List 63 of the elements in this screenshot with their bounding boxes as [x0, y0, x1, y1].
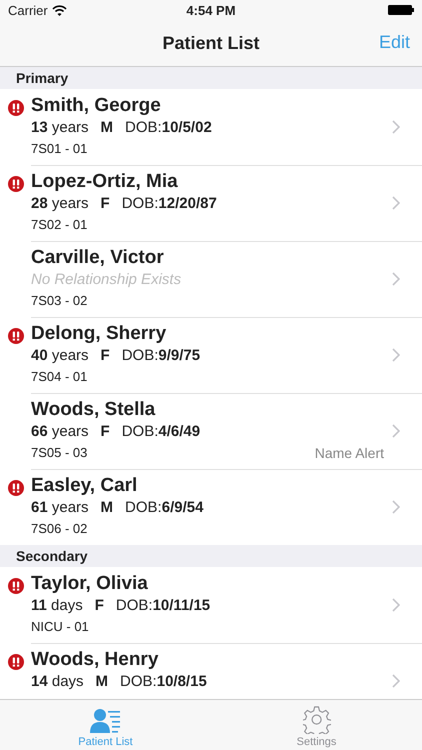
- patient-name: Woods, Henry: [31, 648, 158, 672]
- patient-row[interactable]: Smith, George 13 years M DOB:10/5/02 7S01 - 01: [0, 89, 422, 165]
- battery-icon: [388, 5, 414, 15]
- chevron-icon: [392, 598, 400, 612]
- settings-icon: [302, 706, 330, 734]
- unit-bed: NICU - 01: [31, 618, 89, 636]
- patient-age: 13 years: [31, 118, 89, 138]
- patient-name: Smith, George: [31, 94, 161, 118]
- patient-sex: F: [100, 346, 110, 366]
- patient-age: 28 years: [31, 194, 89, 214]
- relationship-message: No Relationship Exists: [31, 270, 182, 290]
- patient-age: 40 years: [31, 346, 89, 366]
- patient-dob: DOB:10/5/02: [125, 118, 212, 138]
- name-alert-label: Name Alert: [314, 444, 384, 463]
- unit-bed: 7S03 - 02: [31, 292, 88, 310]
- chevron-icon: [392, 424, 400, 438]
- patient-sex: M: [100, 498, 114, 518]
- chevron-icon: [392, 196, 400, 210]
- patient-row[interactable]: Delong, Sherry 40 years F DOB:9/9/75 7S04 - 01: [0, 317, 422, 393]
- patient-name: Woods, Stella: [31, 398, 156, 422]
- patient-sex: M: [100, 118, 114, 138]
- patient-age: 11 days: [31, 596, 83, 616]
- unit-bed: 7S04 - 01: [31, 368, 88, 386]
- patient-name: Taylor, Olivia: [31, 572, 148, 596]
- unit-bed: 7S02 - 01: [31, 216, 88, 234]
- section-header: Secondary: [0, 545, 422, 567]
- patient-age: 66 years: [31, 422, 89, 442]
- section-header: Primary: [0, 67, 422, 89]
- patient-age: 14 days: [31, 672, 84, 692]
- patient-sex: F: [100, 422, 110, 442]
- patient-name: Delong, Sherry: [31, 322, 166, 346]
- patient-dob: DOB:12/20/87: [122, 194, 217, 214]
- carrier-label: Carrier: [8, 2, 48, 18]
- patient-sex: F: [94, 596, 104, 616]
- patient-sex: M: [96, 672, 108, 692]
- patient-row[interactable]: Woods, Henry 14 days M DOB:10/8/15: [0, 643, 422, 699]
- patient-sex: F: [100, 194, 110, 214]
- chevron-icon: [392, 674, 400, 688]
- chevron-icon: [392, 120, 400, 134]
- unit-bed: 7S01 - 01: [31, 140, 88, 158]
- patient-row[interactable]: Carville, Victor No Relationship Exists 7S03 - 02: [0, 241, 422, 317]
- unit-bed: 7S05 - 03: [31, 444, 88, 462]
- patient-row[interactable]: Lopez-Ortiz, Mia 28 years F DOB:12/20/87 7S02 - 01: [0, 165, 422, 241]
- patient-age: 61 years: [31, 498, 89, 518]
- patient-name: Carville, Victor: [31, 246, 164, 270]
- chevron-icon: [392, 348, 400, 362]
- status-time: 4:54 PM: [186, 2, 236, 18]
- person-list-icon: [90, 708, 122, 734]
- patient-row[interactable]: Taylor, Olivia 11 days F DOB:10/11/15 NICU - 01: [0, 567, 422, 643]
- patient-row[interactable]: Easley, Carl 61 years M DOB:6/9/54 7S06 - 02: [0, 469, 422, 545]
- nav-title: Patient List: [162, 32, 260, 54]
- patient-dob: DOB:10/11/15: [116, 596, 210, 616]
- patient-dob: DOB:9/9/75: [122, 346, 200, 366]
- patient-dob: DOB:10/8/15: [120, 672, 207, 692]
- chevron-icon: [392, 272, 400, 286]
- patient-name: Easley, Carl: [31, 474, 138, 498]
- patient-dob: DOB:6/9/54: [125, 498, 204, 518]
- patient-dob: DOB:4/6/49: [122, 422, 200, 442]
- patient-row[interactable]: Woods, Stella 66 years F DOB:4/6/49 7S05 - 03 Name Alert: [0, 393, 422, 469]
- unit-bed: 7S06 - 02: [31, 520, 88, 538]
- wifi-icon: [52, 4, 67, 16]
- chevron-icon: [392, 500, 400, 514]
- patient-name: Lopez-Ortiz, Mia: [31, 170, 178, 194]
